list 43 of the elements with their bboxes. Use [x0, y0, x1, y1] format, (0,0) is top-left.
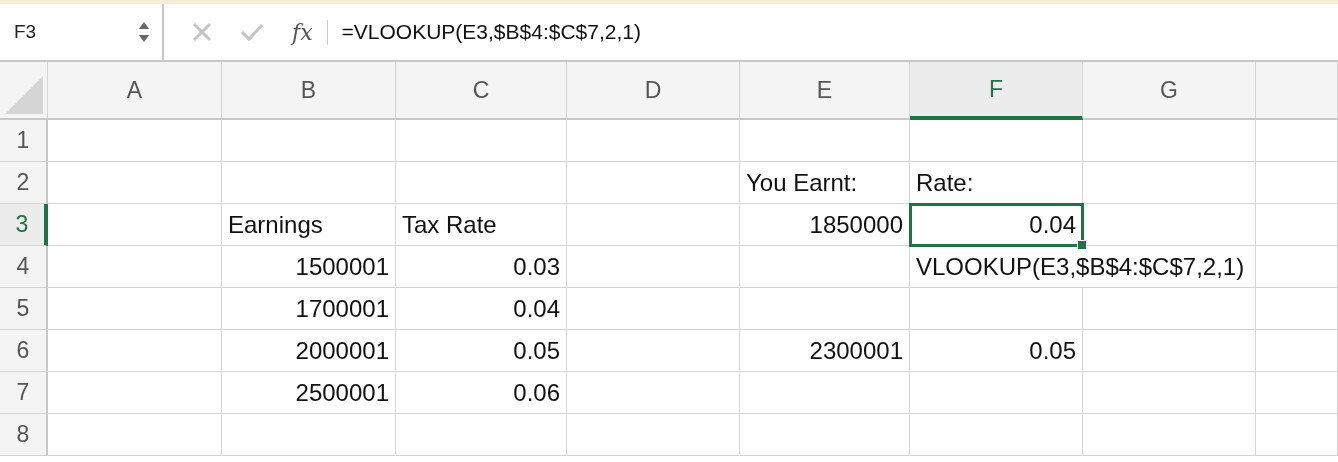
- row-header[interactable]: 1: [0, 120, 48, 162]
- cell-text: 1500001: [295, 252, 389, 281]
- formula-field[interactable]: =VLOOKUP(E3,$B$4:$C$7,2,1): [341, 20, 641, 44]
- checkmark-icon[interactable]: [240, 22, 264, 42]
- column-header[interactable]: A: [48, 62, 222, 120]
- cell-text: Tax Rate: [402, 210, 497, 239]
- column-header[interactable]: [1256, 62, 1338, 120]
- cell-text: 0.06: [513, 378, 560, 407]
- cell-text: 2000001: [295, 336, 389, 365]
- column-header[interactable]: E: [740, 62, 910, 120]
- name-box[interactable]: F3: [0, 4, 164, 60]
- cell-text: 2300001: [809, 336, 903, 365]
- cell-text: 0.05: [1029, 336, 1076, 365]
- cell-text: 0.05: [513, 336, 560, 365]
- row-header[interactable]: 6: [0, 330, 48, 372]
- cell-text: 1850000: [809, 210, 903, 239]
- select-all-button[interactable]: [0, 62, 48, 120]
- fill-handle[interactable]: [1077, 240, 1087, 250]
- row-header[interactable]: 2: [0, 162, 48, 204]
- function-button[interactable]: fx: [292, 19, 328, 45]
- row-header[interactable]: 5: [0, 288, 48, 330]
- column-header[interactable]: F: [910, 62, 1083, 120]
- column-header[interactable]: B: [222, 62, 396, 120]
- row-header[interactable]: 3: [0, 204, 48, 246]
- cell-reference: F3: [14, 21, 37, 43]
- selected-cell[interactable]: 0.04: [910, 204, 1083, 246]
- column-header[interactable]: D: [567, 62, 740, 120]
- cell-text: You Earnt:: [746, 168, 858, 197]
- cell-text: 0.04: [1029, 210, 1076, 239]
- row-header[interactable]: 4: [0, 246, 48, 288]
- cell-text: Rate:: [916, 168, 974, 197]
- cancel-icon[interactable]: [192, 22, 212, 42]
- stepper-icon[interactable]: [138, 20, 150, 44]
- column-header[interactable]: G: [1083, 62, 1256, 120]
- cell-text: 1700001: [295, 294, 389, 323]
- row-header[interactable]: 8: [0, 414, 48, 456]
- row-header[interactable]: 7: [0, 372, 48, 414]
- cell-text: Earnings: [228, 210, 323, 239]
- cell-text: 0.04: [513, 294, 560, 323]
- cell-text: 2500001: [295, 378, 389, 407]
- cell-text: VLOOKUP(E3,$B$4:$C$7,2,1): [916, 252, 1245, 281]
- cell-text: 0.03: [513, 252, 560, 281]
- column-header[interactable]: C: [396, 62, 567, 120]
